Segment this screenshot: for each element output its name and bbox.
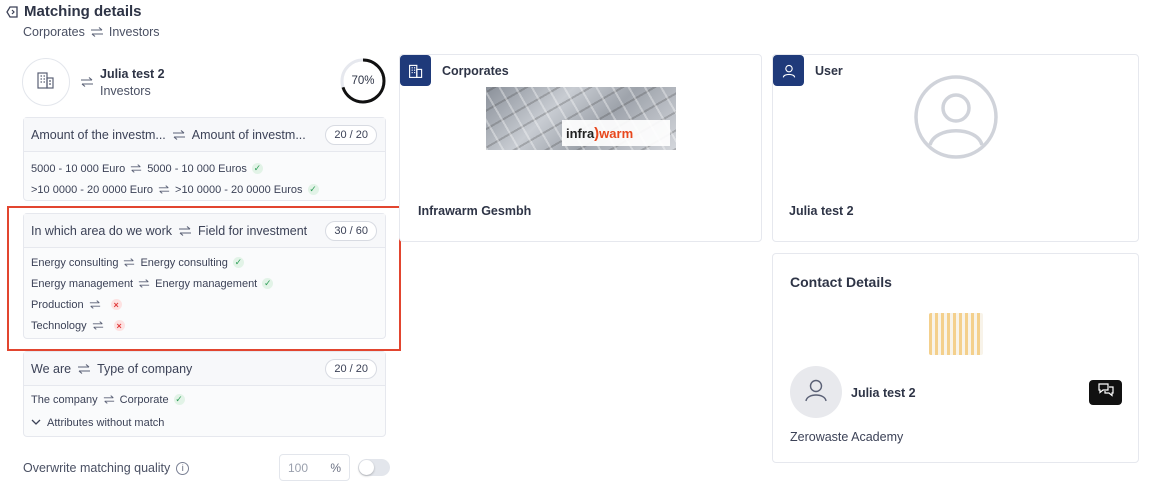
- section-right-label: Amount of investm...: [191, 127, 306, 142]
- page-title: Matching details: [24, 3, 142, 20]
- section-right-label: Type of company: [97, 361, 193, 376]
- quality-input-placeholder: 100: [288, 460, 309, 475]
- match-row: The company Corporate ✓: [24, 389, 385, 410]
- highlight-box: [7, 206, 401, 351]
- criteria-section-investment-amount: Amount of the investm... Amount of inves…: [23, 117, 386, 201]
- user-avatar-icon: [914, 75, 998, 159]
- overwrite-label: Overwrite matching quality: [23, 461, 171, 475]
- swap-icon: [158, 185, 170, 194]
- company-name: Infrawarm Gesmbh: [418, 204, 532, 218]
- row-right: 5000 - 10 000 Euros: [147, 162, 247, 175]
- swap-icon: [80, 74, 94, 92]
- organization-image: [929, 313, 983, 355]
- section-score-badge: 20 / 20: [325, 124, 377, 145]
- user-title: User: [815, 64, 843, 78]
- user-icon: [803, 377, 829, 408]
- contact-organization: Zerowaste Academy: [790, 430, 904, 444]
- user-name: Julia test 2: [789, 204, 854, 218]
- swap-icon: [130, 164, 142, 173]
- section-score-badge: 20 / 20: [325, 358, 377, 379]
- building-icon: [400, 55, 431, 86]
- expander-label: Attributes without match: [47, 416, 165, 429]
- percent-unit: %: [330, 460, 341, 475]
- chat-button[interactable]: [1089, 380, 1122, 405]
- swap-icon: [90, 27, 104, 37]
- chevron-down-icon: [31, 419, 41, 426]
- company-logo: infra) warm: [562, 120, 670, 146]
- section-left-label: Amount of the investm...: [31, 127, 166, 142]
- contact-avatar: [790, 366, 842, 418]
- section-left-label: We are: [31, 361, 72, 376]
- score-label: 70%: [351, 75, 375, 87]
- swap-icon: [77, 363, 91, 374]
- check-icon: ✓: [307, 184, 319, 195]
- attributes-expander[interactable]: Attributes without match: [24, 412, 385, 433]
- contact-person: Julia test 2: [851, 386, 916, 400]
- user-icon: [773, 55, 804, 86]
- building-avatar: [22, 58, 70, 106]
- row-right: Corporate: [119, 393, 169, 406]
- chat-icon: [1097, 383, 1114, 402]
- building-icon: [36, 70, 56, 95]
- breadcrumb: Corporates Investors: [23, 25, 160, 39]
- title-row: Matching details: [6, 3, 142, 20]
- corporates-title: Corporates: [442, 64, 509, 78]
- info-icon[interactable]: i: [176, 461, 190, 475]
- overwrite-toggle[interactable]: [358, 459, 390, 476]
- company-image: infra) warm: [486, 87, 676, 150]
- row-right: >10 0000 - 20 0000 Euros: [175, 183, 303, 196]
- match-type: Investors: [100, 84, 151, 98]
- row-left: The company: [31, 393, 98, 406]
- breadcrumb-from: Corporates: [23, 25, 85, 39]
- check-icon: ✓: [173, 394, 185, 405]
- overwrite-row: Overwrite matching quality i: [23, 461, 190, 475]
- toggle-knob: [359, 460, 374, 475]
- match-name: Julia test 2: [100, 67, 165, 81]
- match-row: 5000 - 10 000 Euro 5000 - 10 000 Euros ✓: [24, 158, 385, 179]
- swap-icon: [103, 395, 115, 404]
- breadcrumb-to: Investors: [108, 25, 160, 39]
- back-icon[interactable]: [6, 5, 20, 19]
- check-icon: ✓: [251, 163, 263, 174]
- swap-icon: [172, 129, 186, 140]
- row-left: 5000 - 10 000 Euro: [31, 162, 126, 175]
- contact-title: Contact Details: [790, 274, 892, 290]
- row-left: >10 0000 - 20 0000 Euro: [31, 183, 154, 196]
- criteria-section-company-type: We are Type of company 20 / 20 The compa…: [23, 351, 386, 437]
- section-header: Amount of the investm... Amount of inves…: [24, 118, 385, 152]
- quality-input[interactable]: 100 %: [279, 454, 350, 481]
- section-header: We are Type of company 20 / 20: [24, 352, 385, 386]
- match-row: >10 0000 - 20 0000 Euro >10 0000 - 20 00…: [24, 179, 385, 200]
